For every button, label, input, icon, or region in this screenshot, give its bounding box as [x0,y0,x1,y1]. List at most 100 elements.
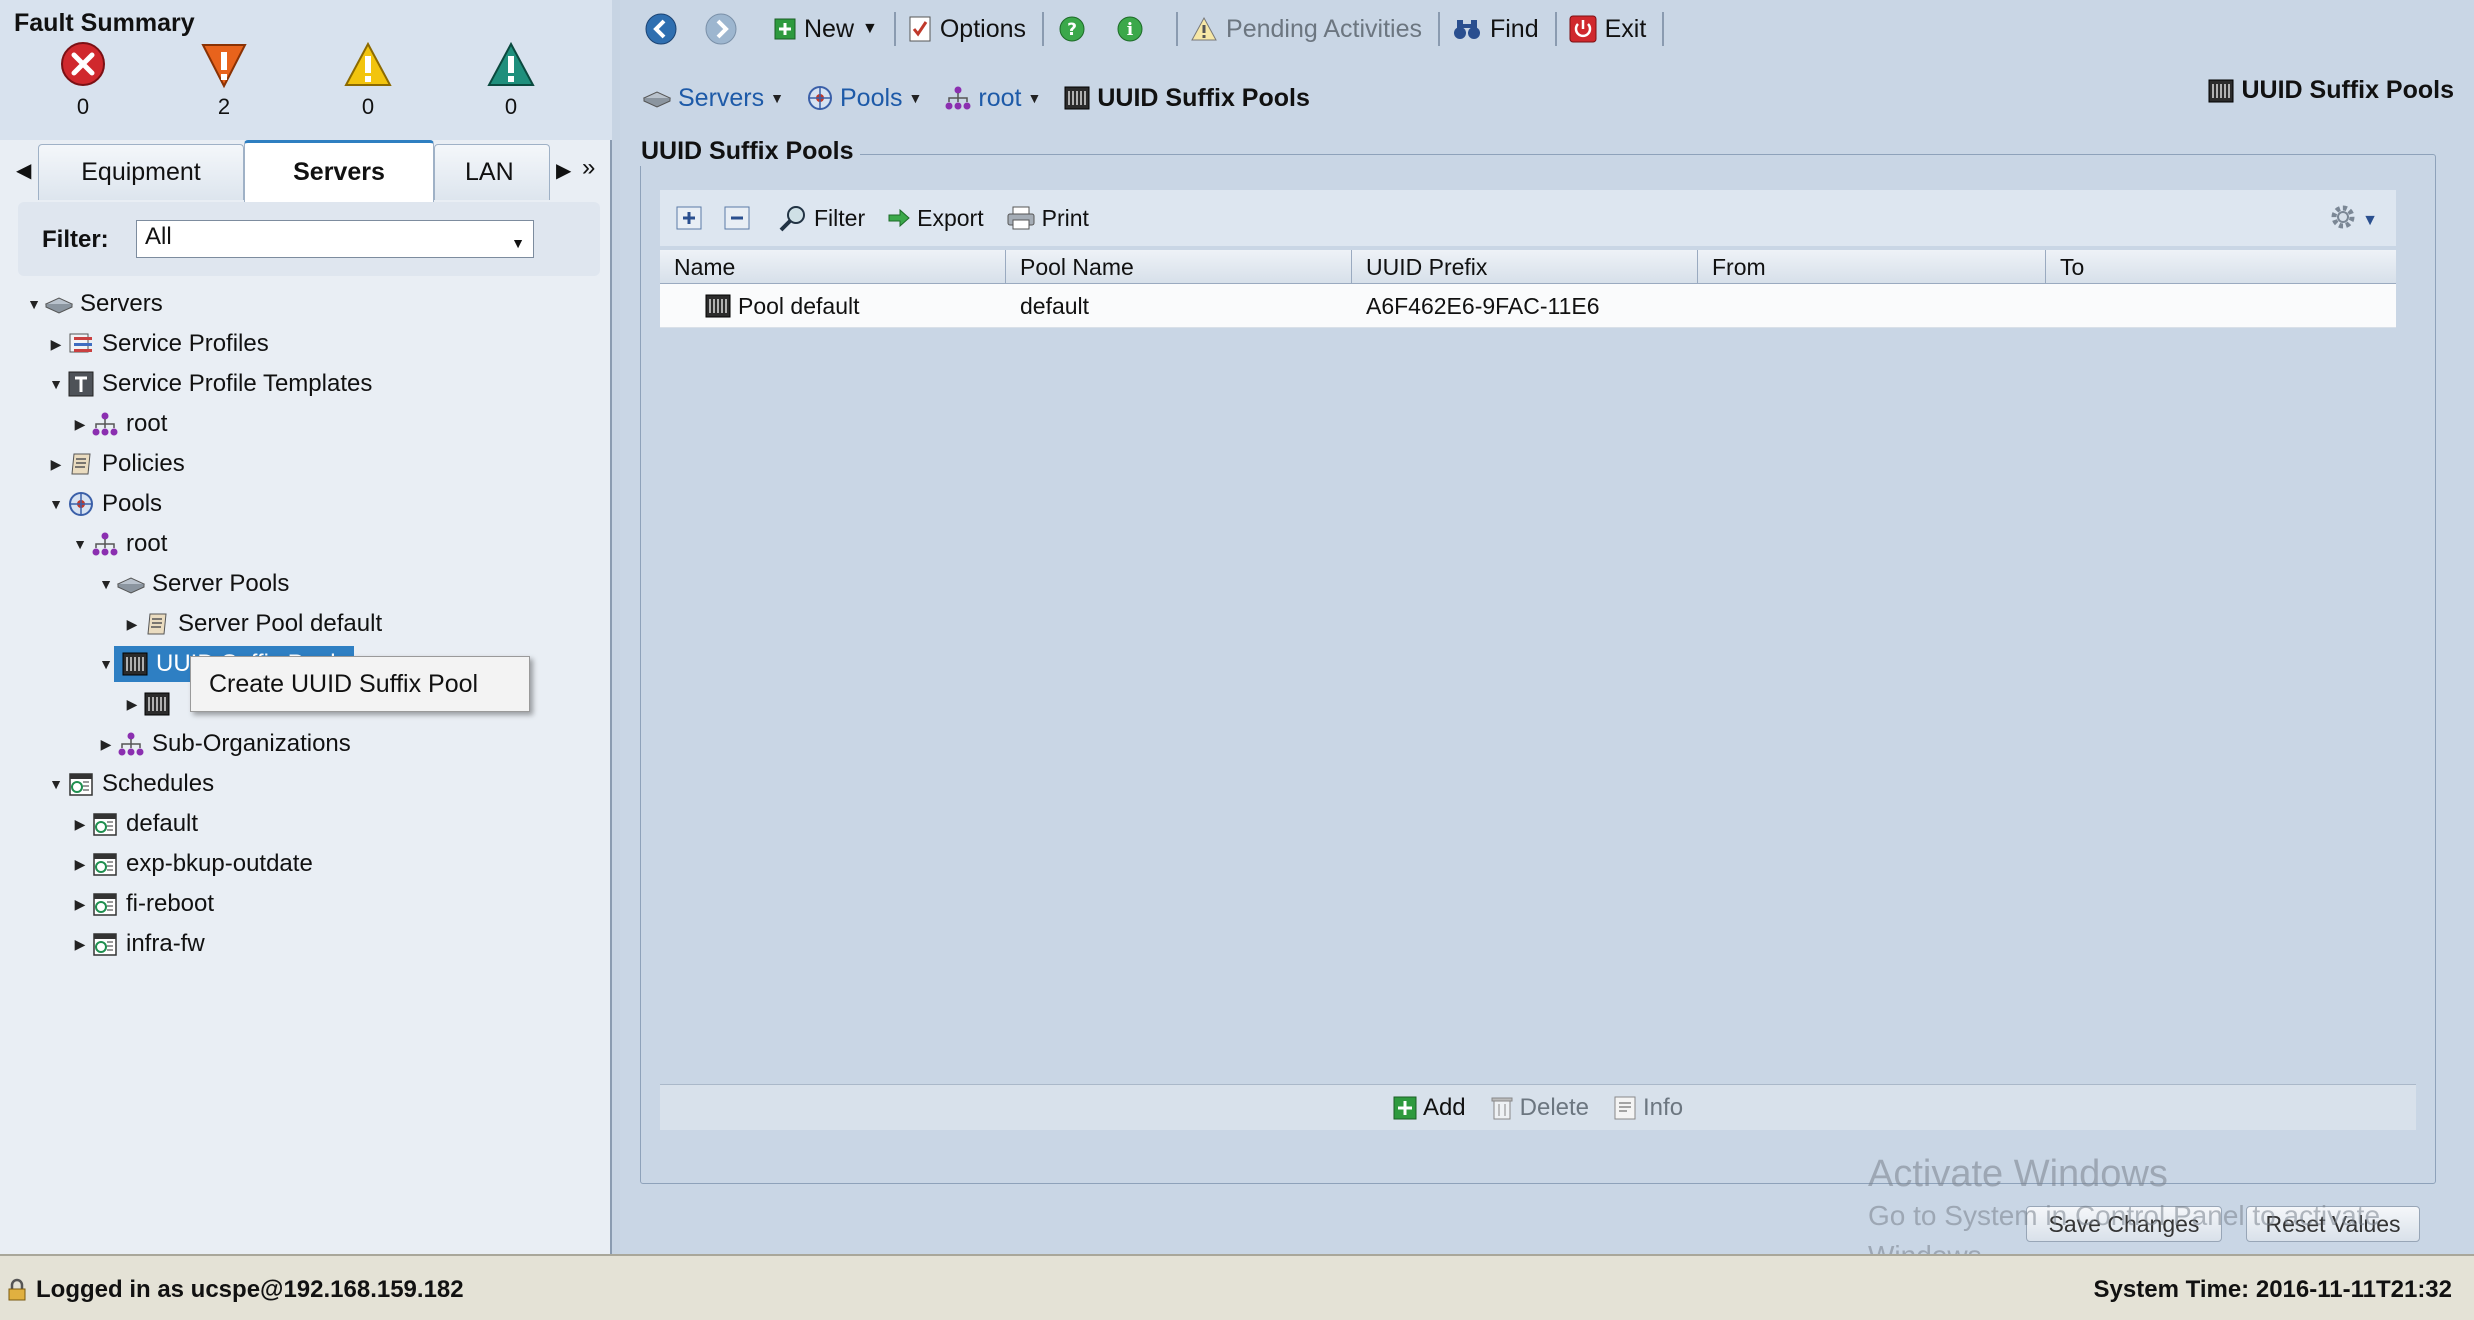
expanded-icon[interactable]: ▼ [72,536,88,552]
tree-node-pools-root[interactable]: ▼ root [72,526,167,562]
server-icon [44,290,74,318]
tab-scroll-right-icon[interactable]: ▶ [556,158,571,183]
find-button[interactable]: Find [1452,15,1539,44]
options-label: Options [939,14,1027,43]
collapsed-icon[interactable]: ▶ [72,856,88,873]
exit-button[interactable]: Exit [1569,15,1646,44]
toolbar-separator [1554,12,1557,46]
status-bar: Logged in as ucspe@192.168.159.182 Syste… [0,1254,2474,1320]
tree-node-server-pool-default[interactable]: ▶ Server Pool default [124,606,383,642]
tree-label: Pools [102,490,163,517]
collapsed-icon[interactable]: ▶ [48,456,64,473]
warning-fault[interactable]: 0 [476,40,546,120]
info-label: Info [1643,1093,1684,1121]
column-header-uuid-prefix[interactable]: UUID Prefix [1352,250,1698,284]
tree-label: Server Pools [152,570,290,597]
tree-node-schedule-infra-fw[interactable]: ▶ infra-fw [72,926,205,962]
breadcrumb-pools[interactable]: Pools ▼ [806,84,922,113]
breadcrumb-current: UUID Suffix Pools [1063,84,1310,113]
page-title: UUID Suffix Pools [2241,76,2454,104]
tree-node-policies[interactable]: ▶ Policies [48,446,185,482]
tree-node-schedule-fi-reboot[interactable]: ▶ fi-reboot [72,886,214,922]
grid-toolbar: Filter Export Print ▼ [660,190,2396,246]
new-menu-button[interactable]: New ▼ [774,15,878,44]
tree-node-root[interactable]: ▶ root [72,406,168,442]
filter-icon [778,204,808,232]
tree-node-pools[interactable]: ▼ Pools [48,486,162,522]
lock-icon [6,1278,28,1302]
info-button[interactable]: Info [1613,1094,1683,1122]
expanded-icon[interactable]: ▼ [26,296,42,312]
back-button[interactable] [644,12,686,46]
tree-node-service-profiles[interactable]: ▶ Service Profiles [48,326,269,362]
chevron-down-icon: ▼ [908,90,923,106]
policy-scroll-icon [66,450,96,478]
expanded-icon[interactable]: ▼ [48,376,64,392]
server-pool-icon [116,570,146,598]
tree-label: root [126,530,168,557]
help-button[interactable]: ? [1058,15,1094,43]
filter-select[interactable]: All ▼ [136,220,534,258]
collapsed-icon[interactable]: ▶ [72,896,88,913]
collapsed-icon[interactable]: ▶ [72,936,88,953]
login-status: Logged in as ucspe@192.168.159.182 [6,1276,464,1304]
major-fault[interactable]: 2 [189,40,259,120]
pending-activities-button[interactable]: Pending Activities [1190,15,1422,44]
collapsed-icon[interactable]: ▶ [124,616,140,633]
tree-node-service-profile-templates[interactable]: ▼ Service Profile Templates [48,366,372,402]
export-button[interactable]: Export [887,205,984,232]
column-header-name[interactable]: Name [660,250,1006,284]
tab-servers[interactable]: Servers [244,140,434,202]
expanded-icon[interactable]: ▼ [98,576,114,592]
minor-fault-icon [342,40,394,90]
add-button[interactable]: Add [1393,1094,1466,1122]
tab-lan[interactable]: LAN [434,144,550,200]
breadcrumb-label: Servers [678,83,765,112]
main-toolbar: New ▼ Options ? i Pending Activities Fin… [620,0,2474,58]
tree-node-schedule-exp-bkup[interactable]: ▶ exp-bkup-outdate [72,846,313,882]
print-button[interactable]: Print [1006,205,1089,232]
options-button[interactable]: Options [908,15,1026,44]
chevron-down-icon: ▼ [511,235,525,251]
breadcrumb-servers[interactable]: Servers ▼ [642,84,784,113]
tree-node-pool-default[interactable]: ▶ [124,686,178,722]
collapsed-icon[interactable]: ▶ [72,416,88,433]
expanded-icon[interactable]: ▼ [48,496,64,512]
collapsed-icon[interactable]: ▶ [72,816,88,833]
tree-node-sub-organizations[interactable]: ▶ Sub-Organizations [98,726,351,762]
tree-node-server-pools[interactable]: ▼ Server Pools [98,566,289,602]
uuid-pool-icon [704,293,732,319]
collapse-all-button[interactable] [724,206,756,230]
tab-overflow-icon[interactable]: » [582,154,595,182]
info-button[interactable]: i [1116,15,1152,43]
forward-button[interactable] [704,12,746,46]
tree-node-schedules[interactable]: ▼ Schedules [48,766,214,802]
expanded-icon[interactable]: ▼ [48,776,64,792]
collapsed-icon[interactable]: ▶ [48,336,64,353]
toolbar-separator [1042,12,1045,46]
column-header-from[interactable]: From [1698,250,2046,284]
watermark-line-1: Activate Windows [1868,1153,2168,1195]
filter-button[interactable]: Filter [778,204,865,232]
table-row[interactable]: Pool default default A6F462E6-9FAC-11E6 [660,284,2396,328]
expand-all-button[interactable] [676,206,708,230]
table-actions-bar: Add Delete Info [660,1084,2416,1130]
plus-icon [1393,1096,1417,1120]
context-menu-create-uuid-suffix-pool[interactable]: Create UUID Suffix Pool [209,670,478,699]
critical-fault[interactable]: 0 [48,40,118,120]
tree-node-schedule-default[interactable]: ▶ default [72,806,198,842]
breadcrumb-root[interactable]: root ▼ [944,84,1041,113]
tab-equipment[interactable]: Equipment [38,144,244,200]
collapsed-icon[interactable]: ▶ [124,696,140,713]
collapsed-icon[interactable]: ▶ [98,736,114,753]
minor-fault[interactable]: 0 [333,40,403,120]
tree-node-servers[interactable]: ▼ Servers [26,286,163,322]
expanded-icon[interactable]: ▼ [98,656,114,672]
tab-scroll-left-icon[interactable]: ◀ [16,158,31,183]
column-header-to[interactable]: To [2046,250,2396,284]
filter-label: Filter: [42,226,109,253]
help-icon: ? [1058,15,1086,43]
grid-settings-button[interactable]: ▼ [2326,200,2378,241]
delete-button[interactable]: Delete [1490,1094,1589,1122]
column-header-pool-name[interactable]: Pool Name [1006,250,1352,284]
